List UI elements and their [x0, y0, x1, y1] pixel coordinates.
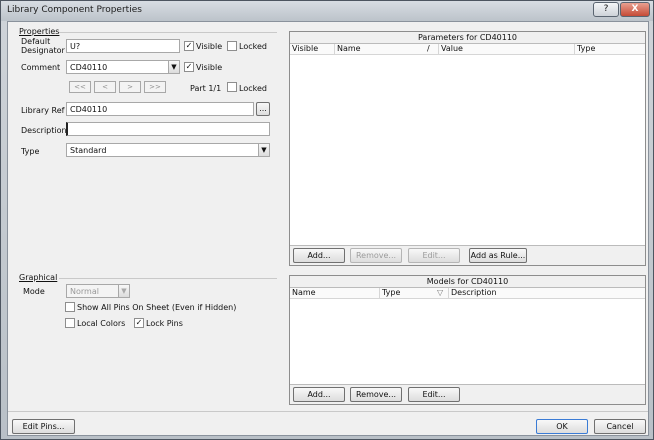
models-button-bar: Add... Remove... Edit... — [290, 384, 645, 404]
models-add-button[interactable]: Add... — [293, 387, 345, 402]
first-part-button[interactable]: << — [69, 81, 91, 93]
default-designator-input[interactable]: U? — [66, 39, 180, 53]
comment-dropdown[interactable]: CD40110 ▼ — [66, 60, 180, 74]
designator-visible-checkbox[interactable]: ✓ — [184, 41, 194, 51]
models-column-type[interactable]: Type — [380, 288, 435, 299]
local-colors-label: Local Colors — [77, 319, 126, 328]
part-locked-label: Locked — [239, 84, 267, 93]
graphical-panel: Graphical Mode Normal ▼ Show All Pins On… — [13, 272, 280, 405]
mode-label: Mode — [23, 287, 45, 296]
type-value: Standard — [70, 146, 107, 155]
properties-panel: Properties Default Designator U? ✓ Visib… — [13, 25, 280, 269]
graphical-section-label: Graphical — [19, 273, 58, 282]
previous-part-button[interactable]: < — [94, 81, 116, 93]
parameters-edit-button[interactable]: Edit... — [408, 248, 460, 263]
parameters-remove-button[interactable]: Remove... — [350, 248, 402, 263]
local-colors-checkbox[interactable] — [65, 318, 75, 328]
parameters-column-visible[interactable]: Visible — [290, 44, 335, 55]
models-column-name[interactable]: Name — [290, 288, 380, 299]
parameters-column-name[interactable]: Name — [335, 44, 425, 55]
parameters-add-button[interactable]: Add... — [293, 248, 345, 263]
parameters-panel: Parameters for CD40110 Visible Name / Va… — [289, 31, 646, 266]
type-dropdown[interactable]: Standard ▼ — [66, 143, 270, 157]
close-button[interactable]: X — [620, 2, 650, 17]
show-all-pins-label: Show All Pins On Sheet (Even if Hidden) — [77, 303, 237, 312]
parameters-column-type[interactable]: Type — [575, 44, 645, 55]
library-ref-label: Library Ref — [21, 106, 65, 115]
comment-value: CD40110 — [70, 63, 108, 72]
models-edit-button[interactable]: Edit... — [408, 387, 460, 402]
models-header: Models for CD40110 — [290, 276, 645, 288]
designator-locked-checkbox[interactable] — [227, 41, 237, 51]
parameters-header: Parameters for CD40110 — [290, 32, 645, 44]
description-input[interactable] — [66, 122, 270, 136]
models-sort-indicator: ▽ — [435, 288, 449, 299]
ok-button[interactable]: OK — [536, 419, 588, 434]
last-part-button[interactable]: >> — [144, 81, 166, 93]
comment-visible-checkbox[interactable]: ✓ — [184, 62, 194, 72]
type-label: Type — [21, 147, 40, 156]
description-label: Description — [21, 126, 67, 135]
lock-pins-checkbox[interactable]: ✓ — [134, 318, 144, 328]
lock-pins-label: Lock Pins — [146, 319, 183, 328]
parameters-column-value[interactable]: Value — [439, 44, 575, 55]
models-panel: Models for CD40110 Name Type ▽ Descripti… — [289, 275, 646, 405]
title-bar[interactable]: Library Component Properties ? X — [1, 1, 653, 21]
cancel-button[interactable]: Cancel — [594, 419, 646, 434]
library-ref-input[interactable]: CD40110 — [66, 102, 254, 116]
footer-divider — [8, 411, 648, 412]
help-button[interactable]: ? — [593, 2, 619, 17]
designator-visible-label: Visible — [196, 42, 223, 51]
default-designator-label: Default Designator — [21, 37, 65, 55]
chevron-down-icon[interactable]: ▼ — [118, 285, 129, 297]
comment-label: Comment — [21, 63, 61, 72]
models-column-description[interactable]: Description — [449, 288, 645, 299]
window-title: Library Component Properties — [7, 5, 142, 15]
chevron-down-icon[interactable]: ▼ — [258, 144, 269, 156]
properties-section-label: Properties — [19, 27, 60, 36]
parameters-button-bar: Add... Remove... Edit... Add as Rule... — [290, 245, 645, 265]
next-part-button[interactable]: > — [119, 81, 141, 93]
models-remove-button[interactable]: Remove... — [350, 387, 402, 402]
parameters-add-as-rule-button[interactable]: Add as Rule... — [469, 248, 527, 263]
edit-pins-button[interactable]: Edit Pins... — [12, 419, 75, 434]
mode-value: Normal — [70, 287, 99, 296]
designator-locked-label: Locked — [239, 42, 267, 51]
mode-dropdown[interactable]: Normal ▼ — [66, 284, 130, 298]
part-locked-checkbox[interactable] — [227, 82, 237, 92]
library-component-properties-dialog: Library Component Properties ? X Propert… — [0, 0, 654, 440]
dialog-client-area: Properties Default Designator U? ✓ Visib… — [7, 21, 649, 436]
show-all-pins-checkbox[interactable] — [65, 302, 75, 312]
part-indicator: Part 1/1 — [190, 84, 222, 93]
library-ref-browse-button[interactable]: ... — [256, 102, 270, 116]
graphical-divider — [59, 278, 277, 279]
chevron-down-icon[interactable]: ▼ — [168, 61, 179, 73]
parameters-sort-indicator: / — [425, 44, 439, 55]
properties-divider — [59, 32, 277, 33]
comment-visible-label: Visible — [196, 63, 223, 72]
